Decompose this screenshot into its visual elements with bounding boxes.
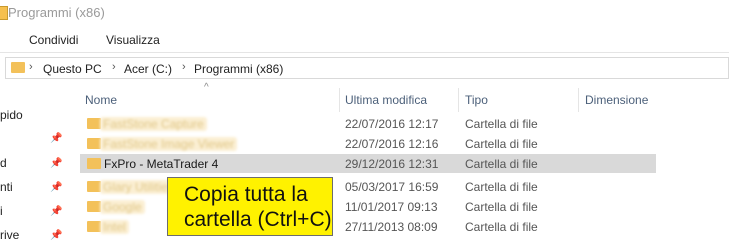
column-dimensione[interactable]: Dimensione: [585, 93, 648, 107]
file-name: FastStone Image Viewer: [100, 137, 238, 151]
nav-item-drive[interactable]: rive: [0, 228, 19, 242]
tab-visualizza[interactable]: Visualizza: [106, 33, 160, 47]
tab-condividi[interactable]: Condividi: [29, 33, 78, 47]
file-type: Cartella di file: [465, 180, 538, 194]
folder-icon: [87, 181, 101, 192]
callout-text: Copia tutta la cartella (Ctrl+C): [184, 182, 334, 232]
column-header: Nome Ultima modifica Tipo Dimensione: [80, 88, 729, 112]
file-type: Cartella di file: [465, 157, 538, 171]
folder-icon: [87, 221, 101, 232]
column-ultima-modifica[interactable]: Ultima modifica: [345, 93, 427, 107]
folder-icon: [87, 158, 101, 169]
file-name: Google: [100, 200, 145, 214]
pin-icon: 📌: [50, 133, 63, 144]
file-date: 22/07/2016 12:16: [345, 137, 439, 151]
column-divider[interactable]: [578, 88, 579, 112]
table-row[interactable]: FastStone Image Viewer 22/07/2016 12:16 …: [80, 134, 656, 153]
folder-icon: [0, 6, 8, 20]
folder-icon: [87, 201, 101, 212]
instruction-callout: Copia tutta la cartella (Ctrl+C): [167, 177, 333, 236]
breadcrumb-acer-c[interactable]: Acer (C:): [124, 62, 172, 76]
breadcrumb-questo-pc[interactable]: Questo PC: [43, 62, 102, 76]
pin-icon: 📌: [50, 206, 63, 217]
navigation-pane: pido 📌 d 📌 nti 📌 i 📌 rive 📌: [0, 80, 68, 245]
chevron-right-icon[interactable]: ›: [29, 61, 33, 73]
column-divider[interactable]: [458, 88, 459, 112]
address-bar[interactable]: › Questo PC › Acer (C:) › Programmi (x86…: [5, 57, 729, 79]
file-type: Cartella di file: [465, 137, 538, 151]
chevron-right-icon[interactable]: ›: [112, 61, 116, 73]
title-bar: Programmi (x86): [0, 0, 729, 26]
file-date: 27/11/2013 08:09: [345, 220, 438, 234]
table-row[interactable]: FastStone Capture 22/07/2016 12:17 Carte…: [80, 114, 656, 133]
folder-icon: [11, 62, 25, 73]
column-divider[interactable]: [339, 88, 340, 112]
file-date: 11/01/2017 09:13: [345, 200, 438, 214]
file-type: Cartella di file: [465, 220, 538, 234]
file-type: Cartella di file: [465, 117, 538, 131]
callout-line-2: cartella (Ctrl+C): [184, 208, 332, 231]
nav-item-desktop[interactable]: d: [0, 156, 7, 170]
pin-icon: 📌: [50, 230, 63, 241]
callout-line-1: Copia tutta la: [184, 183, 308, 206]
chevron-right-icon[interactable]: ›: [182, 61, 186, 73]
column-tipo[interactable]: Tipo: [465, 93, 488, 107]
ribbon-tabs: Condividi Visualizza: [0, 26, 729, 53]
file-name: FastStone Capture: [100, 117, 207, 131]
file-name: Intel: [100, 220, 129, 234]
file-date: 05/03/2017 16:59: [345, 180, 439, 194]
file-type: Cartella di file: [465, 200, 538, 214]
breadcrumb-programmi-x86[interactable]: Programmi (x86): [194, 62, 283, 76]
folder-icon: [87, 118, 101, 129]
folder-icon: [87, 138, 101, 149]
file-name: FxPro - MetaTrader 4: [104, 157, 219, 171]
nav-item-immagini[interactable]: i: [0, 204, 3, 218]
file-date: 29/12/2016 12:31: [345, 157, 439, 171]
nav-item-accesso-rapido[interactable]: pido: [0, 108, 23, 122]
nav-item-documenti[interactable]: nti: [0, 180, 13, 194]
column-nome[interactable]: Nome: [85, 93, 117, 107]
window-title: Programmi (x86): [8, 5, 105, 20]
pin-icon: 📌: [50, 182, 63, 193]
pin-icon: 📌: [50, 158, 63, 169]
file-date: 22/07/2016 12:17: [345, 117, 439, 131]
table-row-selected[interactable]: FxPro - MetaTrader 4 29/12/2016 12:31 Ca…: [80, 154, 656, 173]
